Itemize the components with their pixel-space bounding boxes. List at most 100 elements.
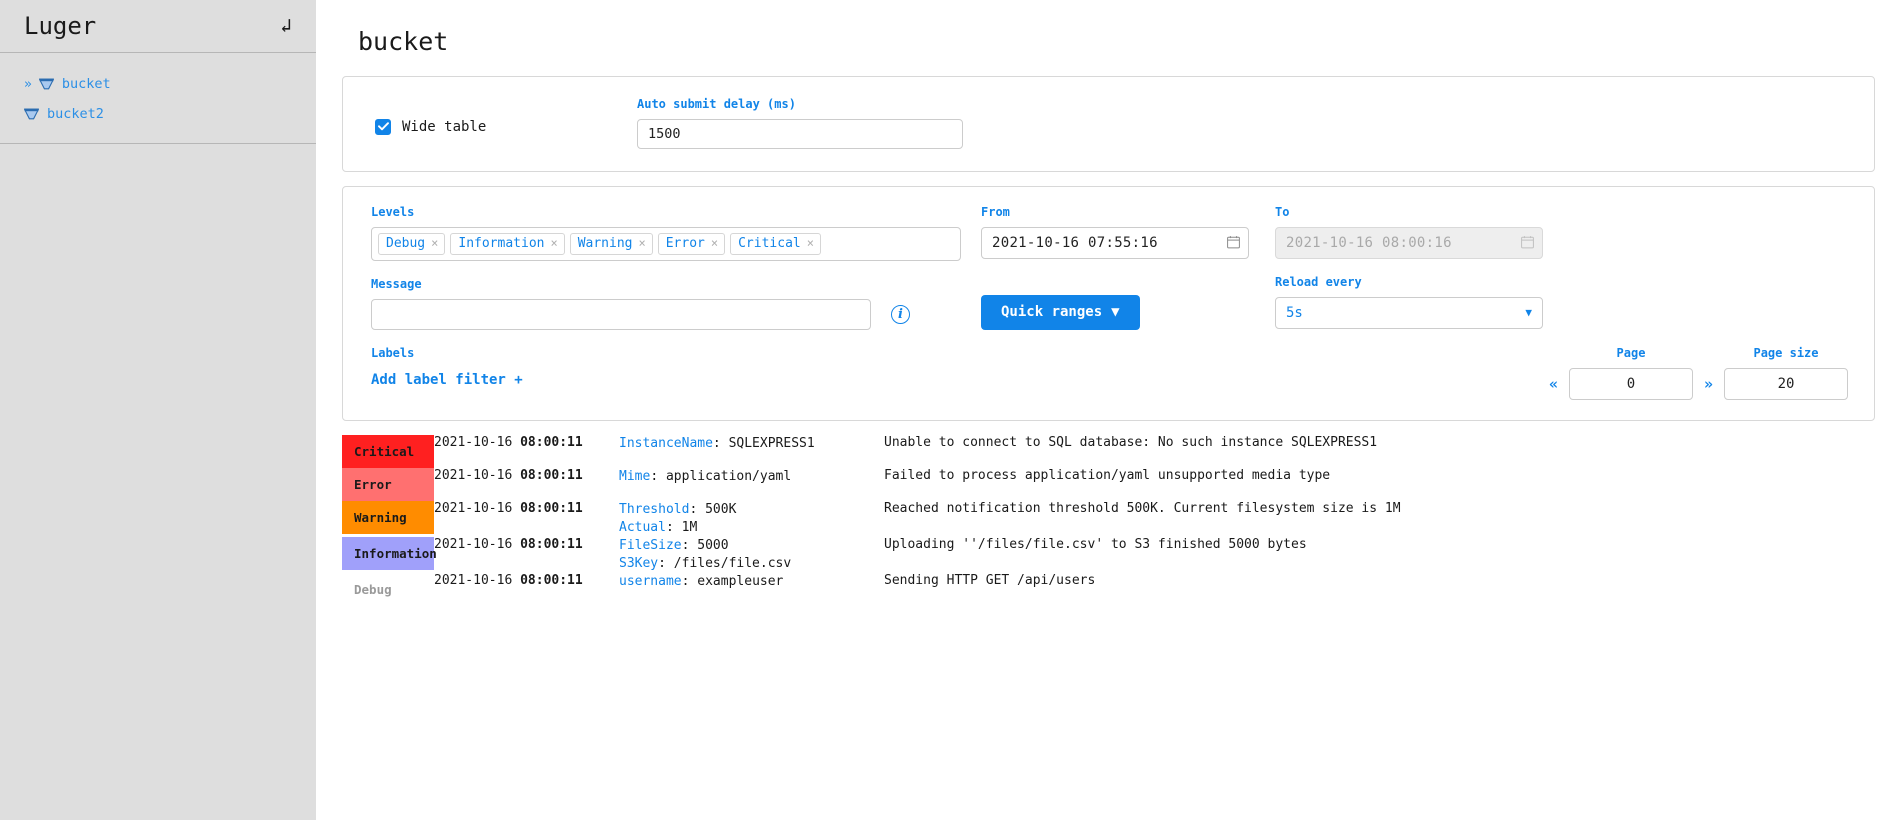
level-cell: Critical [342,434,434,468]
property-value: : SQLEXPRESS1 [712,435,815,451]
sidebar-item-label: bucket [61,76,111,92]
levels-chip-container[interactable]: Debug × Information × Warning × Error × … [371,226,961,261]
to-label: To [1275,204,1290,219]
message-cell: Uploading ''/files/file.csv' to S3 finis… [884,536,1307,552]
table-row[interactable]: Debug 2021-10-16 08:00:11 username: exam… [342,572,1875,606]
from-group: From [981,205,1249,259]
remove-chip-icon[interactable]: × [711,236,718,250]
timestamp-cell: 2021-10-16 08:00:11 [434,501,619,537]
level-cell: Information [342,536,437,573]
auto-submit-delay-input[interactable] [637,118,963,149]
chevron-down-icon: ▼ [1111,304,1120,321]
page-size-input[interactable] [1724,367,1848,400]
refresh-icon[interactable]: ↲ [281,16,294,36]
property-line: Actual: 1M [619,519,884,537]
quick-ranges-group: Quick ranges ▼ [981,275,1275,330]
sidebar-item-label: bucket2 [47,106,104,122]
add-label-filter-button[interactable]: Add label filter + [371,372,523,388]
property-line: Threshold: 500K [619,501,884,519]
timestamp-time: 08:00:11 [520,467,583,483]
reload-every-group: Reload every 5s ▼ [1275,275,1543,330]
bucket-icon [38,78,54,90]
table-row[interactable]: Error 2021-10-16 08:00:11 Mime: applicat… [342,467,1875,501]
level-chip-debug[interactable]: Debug × [378,232,446,255]
date-range-row: From 2021-10-16 07:55:16 To 2021-10-16 0… [981,205,1848,259]
reload-every-value: 5s [1286,304,1303,321]
timestamp-date: 2021-10-16 [434,434,521,450]
remove-chip-icon[interactable]: × [550,236,557,250]
auto-submit-delay-label: Auto submit delay (ms) [637,96,796,111]
level-cell: Debug [342,572,434,606]
remove-chip-icon[interactable]: × [431,236,438,250]
property-key: S3Key [619,555,659,571]
level-chip-label: Debug [386,235,426,251]
labels-label: Labels [371,345,415,360]
sidebar-empty-space [0,144,316,820]
property-value: : exampleuser [681,573,784,589]
timestamp-cell: 2021-10-16 08:00:11 [434,468,619,501]
table-row[interactable]: Critical 2021-10-16 08:00:11 InstanceNam… [342,434,1875,468]
timestamp-time: 08:00:11 [520,572,583,588]
timestamp-cell: 2021-10-16 08:00:11 [434,573,619,606]
message-input[interactable] [371,298,871,330]
timestamp-cell: 2021-10-16 08:00:11 [434,537,619,573]
quick-ranges-button[interactable]: Quick ranges ▼ [981,294,1140,330]
level-chip-label: Error [665,235,705,251]
property-value: : 500K [689,501,737,517]
page-size-label: Page size [1753,345,1819,360]
pagination-row: « Page » Page size [981,346,1848,400]
next-page-button[interactable]: » [1693,375,1724,400]
filters-left-column: Levels Debug × Information × Warning × E… [371,205,961,400]
quick-ranges-row: Quick ranges ▼ Reload every 5s ▼ [981,275,1848,330]
options-panel: Wide table Auto submit delay (ms) [342,75,1875,172]
filters-right-column: From 2021-10-16 07:55:16 To 2021-10-16 0… [961,205,1848,400]
page-input[interactable] [1568,367,1693,400]
reload-every-select[interactable]: 5s ▼ [1275,296,1543,329]
message-cell: Reached notification threshold 500K. Cur… [884,500,1401,516]
properties-cell: InstanceName: SQLEXPRESS1 [619,435,884,468]
level-chip-information[interactable]: Information × [450,232,565,255]
from-input-wrap [981,226,1249,259]
level-cell: Warning [342,500,434,537]
level-chip-error[interactable]: Error × [657,232,726,255]
sidebar-item-bucket2[interactable]: bucket2 [0,99,316,129]
bucket-icon [24,108,39,120]
message-cell: Failed to process application/yaml unsup… [884,467,1331,483]
timestamp-date: 2021-10-16 [434,536,521,552]
remove-chip-icon[interactable]: × [639,236,646,250]
from-datetime-input[interactable] [981,226,1249,259]
wide-table-checkbox[interactable] [375,118,391,135]
labels-group: Labels Add label filter + [371,346,961,388]
page-group: Page [1568,345,1693,400]
level-chip-label: Information [458,235,545,251]
level-chip-warning[interactable]: Warning × [569,232,653,255]
property-line: Mime: application/yaml [619,468,884,486]
table-row[interactable]: Information 2021-10-16 08:00:11 FileSize… [342,536,1875,573]
sidebar: Luger ↲ » bucket bucket2 [0,0,316,820]
status-badge: Warning [342,500,434,534]
wide-table-group: Wide table [375,97,637,135]
status-badge: Critical [342,434,434,468]
property-line: InstanceName: SQLEXPRESS1 [619,435,884,453]
property-value: : 1M [665,519,698,535]
filters-grid: Levels Debug × Information × Warning × E… [371,205,1848,400]
property-key: username [619,573,682,589]
page-label: Page [1616,345,1646,360]
remove-chip-icon[interactable]: × [807,236,814,250]
message-group: Message [371,277,871,330]
prev-page-button[interactable]: « [1538,375,1569,400]
message-row: Message i [371,277,961,330]
timestamp-date: 2021-10-16 [434,467,521,483]
chevron-down-icon: ▼ [1525,306,1532,320]
log-table-body: Critical 2021-10-16 08:00:11 InstanceNam… [342,434,1875,606]
log-table: Critical 2021-10-16 08:00:11 InstanceNam… [342,434,1875,606]
properties-cell: username: exampleuser [619,573,884,606]
level-chip-critical[interactable]: Critical × [730,232,821,255]
level-chip-label: Critical [738,235,801,251]
properties-cell: Mime: application/yaml [619,468,884,501]
properties-cell: FileSize: 5000 S3Key: /files/file.csv [619,537,884,573]
info-icon[interactable]: i [891,304,910,324]
to-datetime-input [1275,226,1543,259]
sidebar-item-bucket[interactable]: » bucket [0,69,316,99]
table-row[interactable]: Warning 2021-10-16 08:00:11 Threshold: 5… [342,500,1875,537]
